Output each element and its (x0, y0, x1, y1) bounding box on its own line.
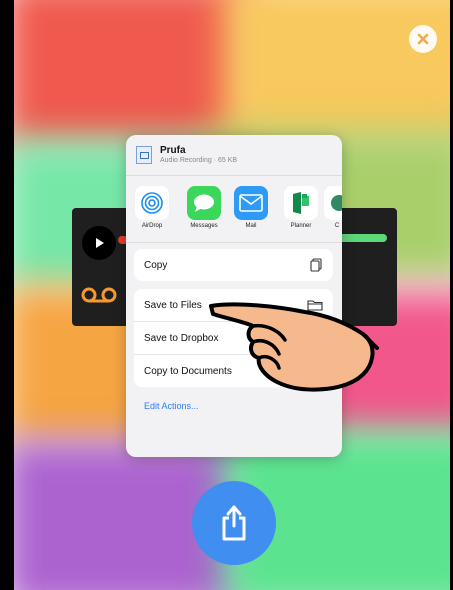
play-button[interactable] (82, 226, 116, 260)
left-edge (0, 0, 14, 590)
app-messages[interactable]: Messages (184, 186, 224, 229)
app-airdrop[interactable]: AirDrop (132, 186, 172, 229)
audio-player-card-left (72, 208, 132, 326)
bg-red-block (14, 0, 254, 150)
voicemail-icon (81, 287, 117, 303)
action-label: Save to Files (144, 299, 202, 311)
app-mail[interactable]: Mail (231, 186, 271, 229)
action-copy[interactable]: Copy (134, 249, 333, 281)
action-group-copy: Copy (134, 249, 333, 281)
airdrop-icon (135, 186, 169, 220)
app-partial[interactable]: C (322, 186, 342, 229)
pointing-hand-icon (209, 302, 379, 392)
file-meta: Audio Recording · 65 KB (160, 157, 238, 164)
app-row: AirDrop Messages Mail Planner C (126, 176, 342, 243)
bg-yellow-block (224, 0, 451, 150)
copy-icon (310, 258, 322, 272)
app-icon (324, 186, 342, 220)
progress-slider[interactable] (335, 234, 387, 242)
edit-actions-link[interactable]: Edit Actions... (134, 395, 333, 417)
app-planner[interactable]: Planner (281, 186, 321, 229)
mail-icon (234, 186, 268, 220)
app-label: AirDrop (141, 223, 163, 229)
close-button[interactable] (409, 25, 437, 53)
app-label: Messages (190, 223, 218, 229)
app-label: C (334, 223, 340, 229)
share-icon (222, 505, 246, 541)
share-sheet-header: Prufa Audio Recording · 65 KB (126, 135, 342, 176)
app-label: Mail (245, 223, 257, 229)
close-icon (417, 33, 429, 45)
share-button[interactable] (192, 481, 276, 565)
planner-icon (284, 186, 318, 220)
audio-file-icon (136, 146, 152, 164)
app-label: Planner (290, 223, 312, 229)
screen: Prufa Audio Recording · 65 KB AirDrop Me… (0, 0, 453, 590)
action-label: Copy (144, 259, 168, 271)
messages-icon (187, 186, 221, 220)
file-name: Prufa (160, 145, 186, 156)
play-icon (96, 238, 104, 248)
